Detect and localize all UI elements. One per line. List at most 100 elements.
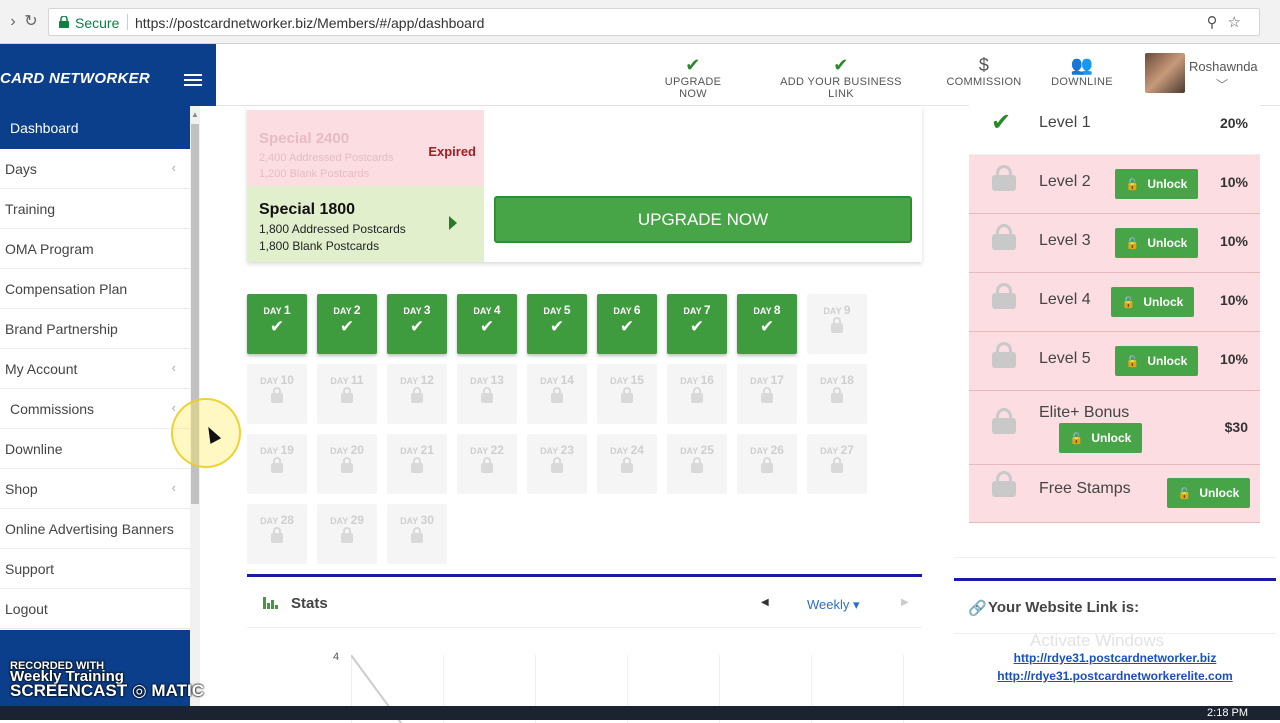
day-tile[interactable]: DAY 3 ✔ [387,294,447,354]
sidebar-item-online-advertising-banners[interactable]: Online Advertising Banners [0,509,198,549]
reload-icon[interactable]: ↻ [20,11,42,33]
prev-arrow-icon[interactable]: ◀ [761,597,769,608]
sidebar-item-downline[interactable]: Downline [0,429,198,469]
unlock-button[interactable]: 🔓 Unlock [1111,287,1194,317]
special-active[interactable]: Special 1800 1,800 Addressed Postcards 1… [247,186,484,262]
day-tile[interactable]: DAY 22 [457,434,517,494]
day-tile[interactable]: DAY 24 [597,434,657,494]
day-tile[interactable]: DAY 7 ✔ [667,294,727,354]
chevron-down-icon[interactable]: ﹀ [1216,76,1228,93]
scroll-up-icon[interactable]: ▲ [191,110,199,119]
sidebar-item-label: Shop [5,481,38,497]
nav-downline[interactable]: 👥 DOWNLINE [1050,54,1114,88]
y-axis-tick: 4 [333,651,340,663]
lock-icon [247,527,307,548]
day-tile[interactable]: DAY 4 ✔ [457,294,517,354]
unlock-button[interactable]: 🔓 Unlock [1115,346,1198,376]
day-tile[interactable]: DAY 1 ✔ [247,294,307,354]
sidebar-item-days[interactable]: Days ‹ [0,149,198,189]
url-text[interactable]: https://postcardnetworker.biz/Members/#/… [135,15,484,31]
day-tile[interactable]: DAY 12 [387,364,447,424]
website-link-title: Your Website Link is: [988,599,1140,616]
day-tile[interactable]: DAY 9 [807,294,867,354]
day-tile[interactable]: DAY 27 [807,434,867,494]
level-row: ✔ Level 1 20% [969,96,1260,155]
day-tile[interactable]: DAY 21 [387,434,447,494]
day-tile[interactable]: DAY 29 [317,504,377,564]
unlock-icon: 🔓 [1069,433,1084,445]
day-tile[interactable]: DAY 15 [597,364,657,424]
nav-label: COMMISSION [946,76,1022,88]
day-label: DAY 7 [683,303,711,317]
day-label: DAY 18 [820,373,854,387]
day-tile[interactable]: DAY 20 [317,434,377,494]
day-tile[interactable]: DAY 23 [527,434,587,494]
period-label: Weekly [807,597,850,612]
day-tile[interactable]: DAY 8 ✔ [737,294,797,354]
sidebar-item-oma-program[interactable]: OMA Program [0,229,198,269]
day-tile[interactable]: DAY 18 [807,364,867,424]
unlock-button[interactable]: 🔓 Unlock [1115,228,1198,258]
watermark-text: SCREENCAST [10,681,128,700]
unlock-icon: 🔓 [1121,297,1136,309]
day-tile[interactable]: DAY 28 [247,504,307,564]
lock-icon [807,317,867,338]
day-tile[interactable]: DAY 25 [667,434,727,494]
windows-watermark: Activate Windows [1030,631,1165,650]
sidebar-item-shop[interactable]: Shop ‹ [0,469,198,509]
lock-icon [597,457,657,478]
next-arrow-icon[interactable]: ▶ [901,597,909,608]
lock-icon [597,387,657,408]
day-tile[interactable]: DAY 5 ✔ [527,294,587,354]
nav-add-business-link[interactable]: ✔ ADD YOUR BUSINESS LINK [766,54,916,100]
day-tile[interactable]: DAY 17 [737,364,797,424]
day-tile[interactable]: DAY 30 [387,504,447,564]
address-bar[interactable]: Secure https://postcardnetworker.biz/Mem… [48,8,1260,36]
lock-icon [457,387,517,408]
sidebar-item-logout[interactable]: Logout [0,589,198,629]
website-link-url[interactable]: http://rdye31.postcardnetworker.biz [954,651,1276,665]
sidebar-item-label: Training [5,201,56,217]
day-label: DAY 30 [400,513,434,527]
unlock-button[interactable]: 🔓 Unlock [1167,478,1250,508]
sidebar-item-commissions[interactable]: Commissions ‹ [0,389,198,429]
day-tile[interactable]: DAY 16 [667,364,727,424]
day-tile[interactable]: DAY 11 [317,364,377,424]
check-icon: ✔ [689,317,705,336]
avatar[interactable] [1145,53,1185,93]
watermark-text: MATIC [151,681,204,700]
unlock-button[interactable]: 🔓 Unlock [1115,169,1198,199]
check-icon: ✔ [619,317,635,336]
brand-logo[interactable]: CARD NETWORKER [0,44,216,106]
period-dropdown[interactable]: Weekly ▾ [807,597,860,613]
day-tile[interactable]: DAY 13 [457,364,517,424]
upgrade-now-button[interactable]: UPGRADE NOW [494,196,912,243]
sidebar-item-compensation-plan[interactable]: Compensation Plan [0,269,198,309]
level-value: 20% [1219,115,1248,131]
day-label: DAY 4 [473,303,501,317]
lock-icon [387,527,447,548]
nav-upgrade-now[interactable]: ✔ UPGRADE NOW [650,54,736,100]
sidebar-item-dashboard[interactable]: Dashboard [0,106,198,149]
day-tile[interactable]: DAY 2 ✔ [317,294,377,354]
day-tile[interactable]: DAY 26 [737,434,797,494]
website-link-url[interactable]: http://rdye31.postcardnetworkerelite.com [954,669,1276,683]
nav-commission[interactable]: $ COMMISSION [946,54,1022,88]
sidebar-item-training[interactable]: Training [0,189,198,229]
unlock-label: Unlock [1147,236,1188,250]
browser-toolbar: › ↻ Secure https://postcardnetworker.biz… [0,0,1280,44]
level-value: 10% [1219,174,1248,190]
unlock-button[interactable]: 🔓 Unlock [1059,423,1142,453]
check-icon: ✔ [991,109,1012,136]
menu-toggle-icon[interactable] [184,74,202,88]
day-tile[interactable]: DAY 19 [247,434,307,494]
check-icon: ✔ [339,317,355,336]
day-tile[interactable]: DAY 6 ✔ [597,294,657,354]
bookmark-star-icon[interactable]: ⚲☆ [1207,13,1251,31]
sidebar-item-brand-partnership[interactable]: Brand Partnership [0,309,198,349]
user-name[interactable]: Roshawnda [1189,59,1258,74]
sidebar-item-my-account[interactable]: My Account ‹ [0,349,198,389]
day-tile[interactable]: DAY 14 [527,364,587,424]
sidebar-item-support[interactable]: Support [0,549,198,589]
day-tile[interactable]: DAY 10 [247,364,307,424]
